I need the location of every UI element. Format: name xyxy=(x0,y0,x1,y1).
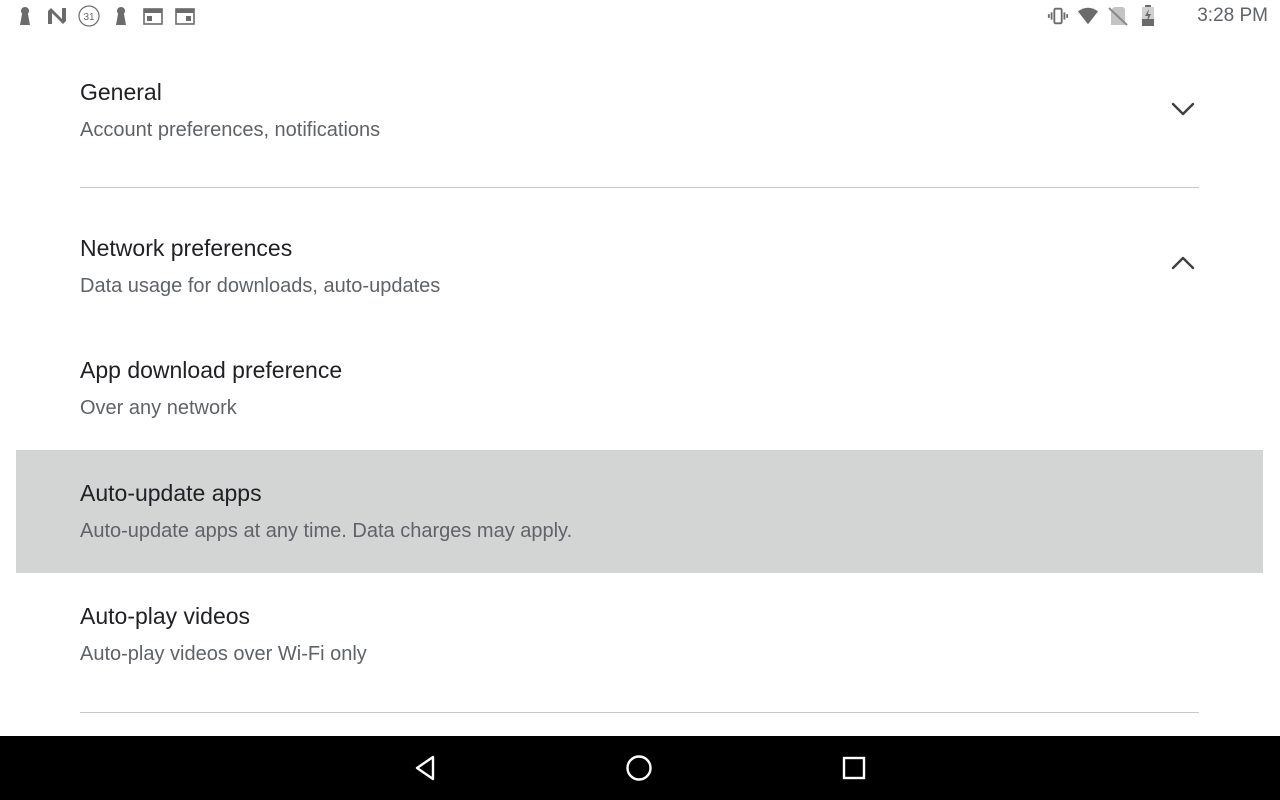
divider xyxy=(80,712,1199,713)
keyhole-icon xyxy=(110,5,132,27)
setting-auto-update-apps[interactable]: Auto-update apps Auto-update apps at any… xyxy=(0,450,1280,573)
section-general[interactable]: General Account preferences, notificatio… xyxy=(0,34,1280,187)
system-icons: 3:28 PM xyxy=(1047,5,1268,27)
setting-auto-play-videos[interactable]: Auto-play videos Auto-play videos over W… xyxy=(0,573,1280,712)
keyhole-icon xyxy=(14,5,36,27)
wifi-icon xyxy=(1077,5,1099,27)
setting-subtitle: Auto-play videos over Wi-Fi only xyxy=(80,643,367,665)
section-general-title: General xyxy=(80,79,162,105)
battery-icon xyxy=(1137,5,1159,27)
back-icon xyxy=(415,755,435,781)
screen: 31 3:28 PM General Account preferences, … xyxy=(0,0,1280,800)
home-icon xyxy=(626,755,652,781)
setting-title: Auto-update apps xyxy=(80,480,262,506)
setting-subtitle: Auto-update apps at any time. Data charg… xyxy=(80,520,573,542)
recents-button[interactable] xyxy=(838,752,870,784)
settings-list: General Account preferences, notificatio… xyxy=(0,34,1280,736)
setting-title: App download preference xyxy=(80,357,343,383)
calendar-icon xyxy=(142,5,164,27)
calendar-day-text: 31 xyxy=(83,12,95,23)
notification-icons: 31 xyxy=(14,5,196,27)
n-logo-icon xyxy=(46,5,68,27)
setting-app-download-preference[interactable]: App download preference Over any network xyxy=(0,327,1280,450)
section-network-title: Network preferences xyxy=(80,235,293,261)
chevron-up-icon[interactable] xyxy=(1168,249,1198,279)
vibrate-icon xyxy=(1047,5,1069,27)
calendar-31-icon: 31 xyxy=(78,5,100,27)
section-general-subtitle: Account preferences, notifications xyxy=(80,119,381,141)
status-bar: 31 3:28 PM xyxy=(0,0,1280,34)
status-time: 3:28 PM xyxy=(1197,5,1268,26)
calendar-icon xyxy=(174,5,196,27)
section-network-subtitle: Data usage for downloads, auto-updates xyxy=(80,275,441,297)
recents-icon xyxy=(842,756,866,780)
back-button[interactable] xyxy=(409,752,441,784)
home-button[interactable] xyxy=(623,752,655,784)
no-sim-icon xyxy=(1107,5,1129,27)
section-network[interactable]: Network preferences Data usage for downl… xyxy=(0,188,1280,327)
navigation-bar xyxy=(0,736,1280,800)
setting-title: Auto-play videos xyxy=(80,603,251,629)
setting-subtitle: Over any network xyxy=(80,397,237,419)
chevron-down-icon[interactable] xyxy=(1168,93,1198,123)
